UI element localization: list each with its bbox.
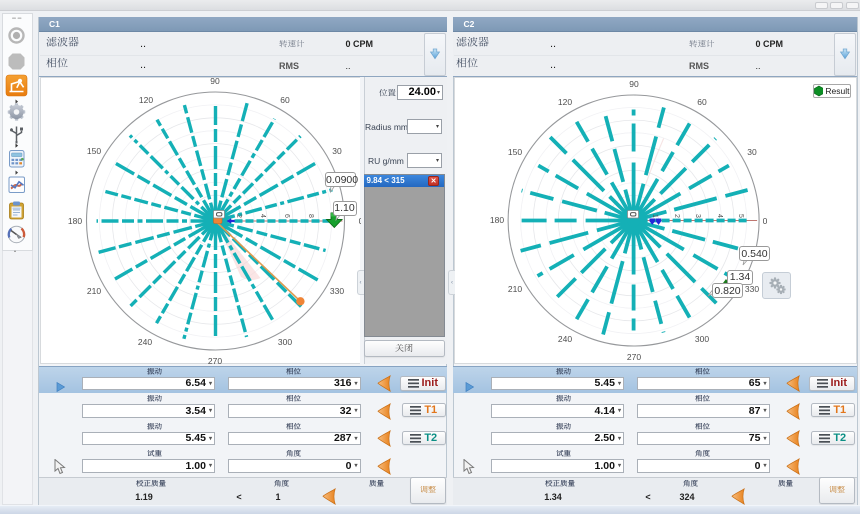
svg-text:240: 240 (138, 337, 152, 347)
svg-text:0: 0 (763, 216, 768, 226)
svg-text:270: 270 (208, 356, 222, 365)
svg-text:30: 30 (747, 147, 757, 157)
svg-text:300: 300 (695, 334, 709, 344)
svg-text:180: 180 (490, 215, 504, 225)
svg-text:120: 120 (558, 97, 572, 107)
svg-text:270: 270 (627, 352, 641, 362)
svg-text:210: 210 (508, 284, 522, 294)
svg-text:6: 6 (283, 214, 290, 218)
svg-text:150: 150 (508, 147, 522, 157)
svg-text:2: 2 (673, 214, 680, 218)
svg-text:60: 60 (280, 95, 290, 105)
svg-text:120: 120 (139, 95, 153, 105)
svg-text:1: 1 (651, 214, 658, 218)
svg-text:60: 60 (697, 97, 707, 107)
svg-text:3: 3 (694, 214, 701, 218)
svg-text:30: 30 (332, 146, 342, 156)
svg-text:0: 0 (359, 216, 361, 226)
svg-text:300: 300 (278, 337, 292, 347)
svg-text:180: 180 (68, 216, 82, 226)
svg-text:210: 210 (87, 286, 101, 296)
svg-text:5: 5 (737, 214, 744, 218)
svg-text:90: 90 (210, 78, 220, 86)
svg-text:2: 2 (235, 214, 242, 218)
svg-text:240: 240 (558, 334, 572, 344)
svg-text:90: 90 (629, 79, 639, 89)
svg-text:330: 330 (745, 284, 759, 294)
svg-text:330: 330 (330, 286, 344, 296)
svg-text:8: 8 (307, 214, 314, 218)
svg-text:4: 4 (259, 214, 266, 218)
svg-text:4: 4 (716, 214, 723, 218)
svg-text:150: 150 (87, 146, 101, 156)
